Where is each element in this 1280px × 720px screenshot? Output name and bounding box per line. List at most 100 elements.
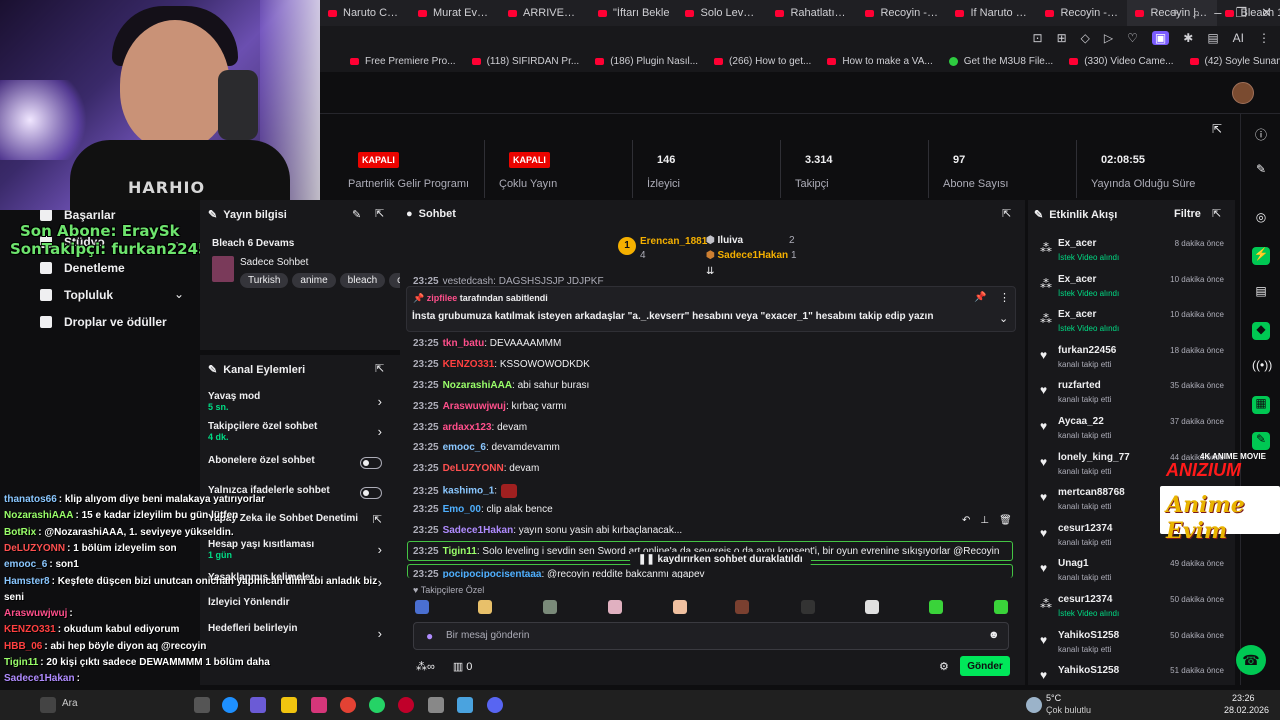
emote-icon[interactable] [673, 600, 687, 614]
chevron-right-icon[interactable]: › [378, 424, 382, 439]
emote-icon[interactable] [608, 600, 622, 614]
filter-button[interactable]: Filtre [1174, 208, 1201, 220]
instagram-icon[interactable] [311, 697, 327, 713]
search-icon[interactable]: ⌕ [1193, 5, 1200, 21]
message-username[interactable]: Sadece1Hakan [443, 525, 514, 536]
browser-tab[interactable]: Rahatlatıcı O [767, 0, 857, 26]
emote-icon[interactable] [735, 600, 749, 614]
chrome-icon[interactable] [340, 697, 356, 713]
activity-item[interactable]: ♥ furkan22456 kanalı takip etti 18 dakika ö… [1038, 342, 1228, 376]
chevron-down-icon[interactable]: ⌄ [999, 312, 1008, 325]
chevron-right-icon[interactable]: › [378, 542, 382, 557]
activity-item[interactable]: ⁂ Ex_acer İstek Video alındı 8 dakika önce [1038, 235, 1228, 269]
camera-icon[interactable]: ◎ [1252, 210, 1270, 228]
browser-tab[interactable]: "İftarı Bekle [590, 0, 677, 26]
copilot-icon[interactable] [250, 697, 266, 713]
sidebar-item-moderation[interactable]: Denetleme [40, 261, 125, 275]
extension-icon[interactable]: ⊞ [1057, 31, 1067, 45]
app-icon[interactable] [428, 697, 444, 713]
collapse-icon[interactable]: ⇊ [706, 266, 714, 277]
support-chat-icon[interactable]: ☎ [1236, 645, 1266, 675]
chat-message[interactable]: 23:25 DeLUZYONN: devam [413, 463, 539, 474]
popout-icon[interactable]: ⇱ [375, 362, 384, 375]
settings-icon[interactable]: ⚙ [939, 660, 949, 673]
emote-icon[interactable] [543, 600, 557, 614]
chat-message[interactable]: 23:25 Sadece1Hakan: yayın sonu yasin abi … [413, 525, 682, 536]
popout-icon[interactable]: ⇱ [375, 207, 384, 220]
broadcast-icon[interactable]: ((•)) [1252, 358, 1272, 376]
sidebar-item-achievements[interactable]: Başarılar [40, 208, 115, 222]
bookmark-item[interactable]: (330) Video Came... [1069, 56, 1174, 67]
browser-tab[interactable]: Solo Leveling [677, 0, 767, 26]
message-username[interactable]: tkn_batu [443, 338, 485, 349]
heart-icon[interactable]: ♡ [1127, 31, 1138, 45]
pin-icon[interactable]: ⊥ [980, 515, 989, 526]
tag[interactable]: Turkish [240, 273, 289, 288]
chat-paused-pill[interactable]: ❚❚ kaydırırken sohbet duraklatıldı [630, 552, 811, 567]
message-username[interactable]: NozarashiAAA [443, 380, 512, 391]
third-name[interactable]: ⬢ Sadece1Hakan [706, 250, 788, 261]
sidebar-item-community[interactable]: Topluluk [40, 288, 113, 302]
browser-tab[interactable]: Murat Evego [410, 0, 500, 26]
new-tab-icon[interactable]: + [1171, 5, 1179, 21]
taskbar-search[interactable]: Ara [62, 698, 78, 709]
external-link-icon[interactable]: ⇱ [373, 513, 382, 526]
opera-icon[interactable] [398, 697, 414, 713]
bookmark-item[interactable]: (42) Soyle Sunam... [1189, 56, 1280, 67]
chat-message[interactable]: 23:25 NozarashiAAA: abi sahur burası [413, 380, 589, 391]
edit-icon[interactable]: ✎ [352, 208, 361, 221]
taskview-icon[interactable] [194, 697, 210, 713]
chat-input[interactable]: ● Bir mesaj gönderin ☻ [413, 622, 1009, 650]
message-username[interactable]: Emo_00 [443, 504, 481, 515]
popout-icon[interactable]: ⇱ [1212, 207, 1221, 220]
chevron-down-icon[interactable]: ⌄ [174, 287, 184, 301]
activity-item[interactable]: ♥ Aycaa_22 kanalı takip etti 37 dakika önce [1038, 413, 1228, 447]
popout-icon[interactable]: ⇱ [1212, 122, 1222, 136]
chat-message[interactable]: 23:25 kashimo_1: [413, 484, 518, 498]
doc-icon[interactable]: ▤ [1252, 284, 1270, 302]
close-icon[interactable]: ✕ [1261, 5, 1272, 21]
activity-item[interactable]: ♥ YahikoS1258 kanalı takip etti 50 dakika ö… [1038, 627, 1228, 661]
emote-icon[interactable] [994, 600, 1008, 614]
activity-item[interactable]: ⁂ Ex_acer İstek Video alındı 10 dakika önce [1038, 271, 1228, 305]
browser-tab[interactable]: ARRIVEDERC [500, 0, 590, 26]
send-button[interactable]: Gönder [960, 656, 1010, 676]
chat-message[interactable]: 23:25 emooc_6: devamdevamm [413, 442, 560, 453]
toggle-switch[interactable] [360, 457, 382, 469]
layout-icon[interactable]: ▦ [1252, 396, 1270, 414]
user-avatar[interactable] [1232, 82, 1254, 104]
second-name[interactable]: ⬢ Iluiva [706, 235, 743, 246]
chat-bubble-icon[interactable]: ◆ [1252, 322, 1270, 340]
discord-icon[interactable] [487, 697, 503, 713]
chat-message[interactable]: 23:25 tkn_batu: DEVAAAAMMM [413, 338, 561, 349]
menu-icon[interactable]: ⋮ [1258, 31, 1270, 45]
message-username[interactable]: ardaxx123 [443, 422, 492, 433]
channel-points-icon[interactable]: ⁂∞ [416, 660, 435, 673]
leader-name[interactable]: Erencan_1881 [640, 236, 707, 247]
app-icon[interactable] [457, 697, 473, 713]
bookmark-item[interactable]: Free Premiere Pro... [350, 56, 456, 67]
chevron-right-icon[interactable]: › [378, 394, 382, 409]
bookmark-item[interactable]: Get the M3U8 File... [948, 56, 1053, 67]
minimize-icon[interactable]: – [1214, 5, 1221, 21]
chat-message[interactable]: 23:25 KENZO331: KSSOWOWODKDK [413, 359, 590, 370]
emote-icon[interactable] [415, 600, 429, 614]
message-username[interactable]: DeLUZYONN [443, 463, 504, 474]
delete-icon[interactable]: 🗑 [999, 515, 1012, 526]
chevron-right-icon[interactable]: › [378, 575, 382, 590]
pencil-icon[interactable]: ✎ [1252, 162, 1270, 180]
channel-action-item[interactable]: Takipçilere özel sohbet 4 dk. › [208, 421, 394, 447]
emote-icon[interactable] [865, 600, 879, 614]
emote-icon[interactable] [478, 600, 492, 614]
activity-item[interactable]: ⁂ Ex_acer İstek Video alındı 10 dakika önce [1038, 306, 1228, 340]
extension-icon[interactable]: ▣ [1151, 31, 1170, 45]
channel-action-item[interactable]: Abonelere özel sohbet [208, 455, 394, 481]
points-display[interactable]: ▥ 0 [453, 660, 473, 673]
message-username[interactable]: kashimo_1 [443, 486, 495, 497]
emoji-icon[interactable]: ☻ [988, 629, 1000, 641]
popout-icon[interactable]: ⇱ [1002, 207, 1011, 220]
chat-message[interactable]: 23:25 Araswuwjwuj: kırbaç varmı [413, 401, 567, 412]
puzzle-icon[interactable]: ✱ [1183, 31, 1193, 45]
browser-tab[interactable]: Recoyin - Yo [857, 0, 947, 26]
chat-message[interactable]: 23:25 ardaxx123: devam [413, 422, 527, 433]
